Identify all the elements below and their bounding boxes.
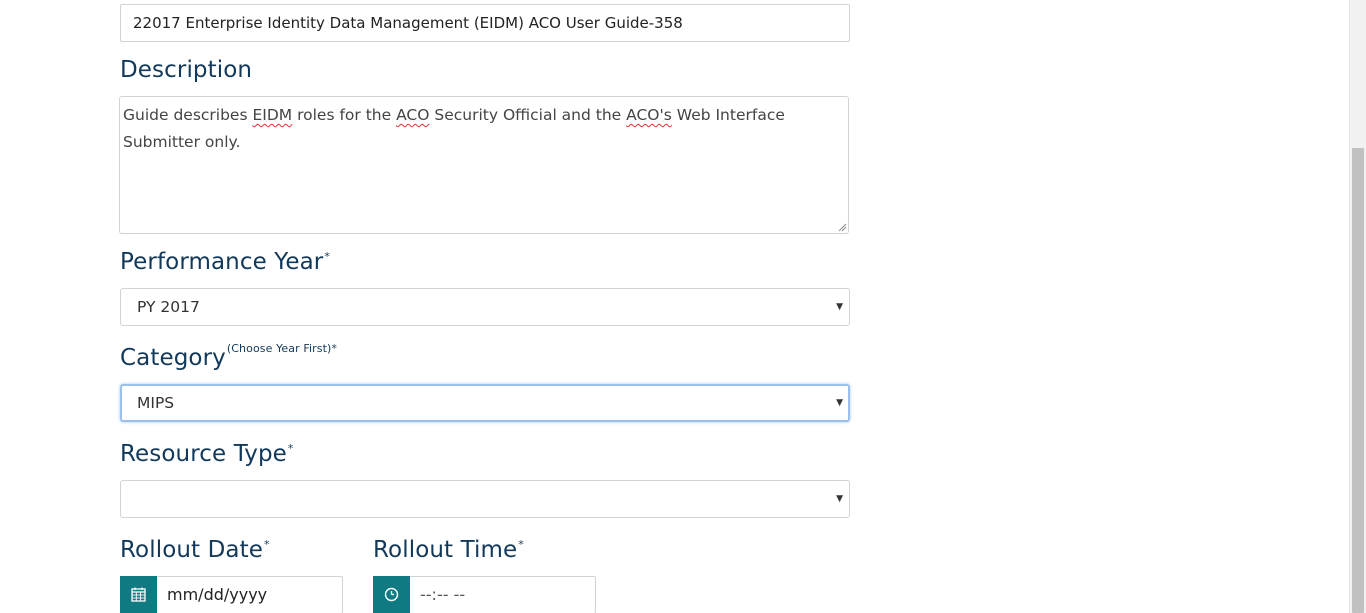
caret-down-icon: ▼ <box>836 398 843 408</box>
clock-icon <box>384 587 399 602</box>
description-label: Description <box>120 57 253 83</box>
caret-down-icon: ▼ <box>836 494 843 504</box>
rollout-date-input[interactable]: mm/dd/yyyy <box>120 576 343 613</box>
calendar-addon[interactable] <box>120 576 157 613</box>
category-select[interactable]: MIPS ▼ <box>120 384 850 422</box>
performance-year-select[interactable]: PY 2017 ▼ <box>120 288 850 326</box>
category-value: MIPS <box>137 394 175 412</box>
resize-handle-icon[interactable] <box>838 223 847 232</box>
performance-year-label: Performance Year* <box>120 249 330 275</box>
caret-down-icon: ▼ <box>836 302 843 312</box>
rollout-date-placeholder: mm/dd/yyyy <box>167 585 268 604</box>
rollout-time-label: Rollout Time* <box>373 537 524 563</box>
scrollbar-thumb[interactable] <box>1352 148 1364 613</box>
rollout-time-placeholder: --:-- -- <box>420 585 466 604</box>
description-text: Guide describes EIDM roles for the ACO S… <box>123 106 785 151</box>
performance-year-value: PY 2017 <box>137 298 200 316</box>
calendar-icon <box>131 587 146 602</box>
clock-addon[interactable] <box>373 576 410 613</box>
rollout-time-input[interactable]: --:-- -- <box>373 576 596 613</box>
category-label: Category(Choose Year First)* <box>120 342 338 371</box>
title-input[interactable]: 22017 Enterprise Identity Data Managemen… <box>120 4 850 42</box>
rollout-date-label: Rollout Date* <box>120 537 270 563</box>
resource-type-select[interactable]: ▼ <box>120 480 850 518</box>
resource-type-label: Resource Type* <box>120 441 294 467</box>
description-textarea[interactable]: Guide describes EIDM roles for the ACO S… <box>119 96 849 234</box>
title-input-value: 22017 Enterprise Identity Data Managemen… <box>133 14 683 32</box>
page-scrollbar[interactable] <box>1349 0 1366 613</box>
